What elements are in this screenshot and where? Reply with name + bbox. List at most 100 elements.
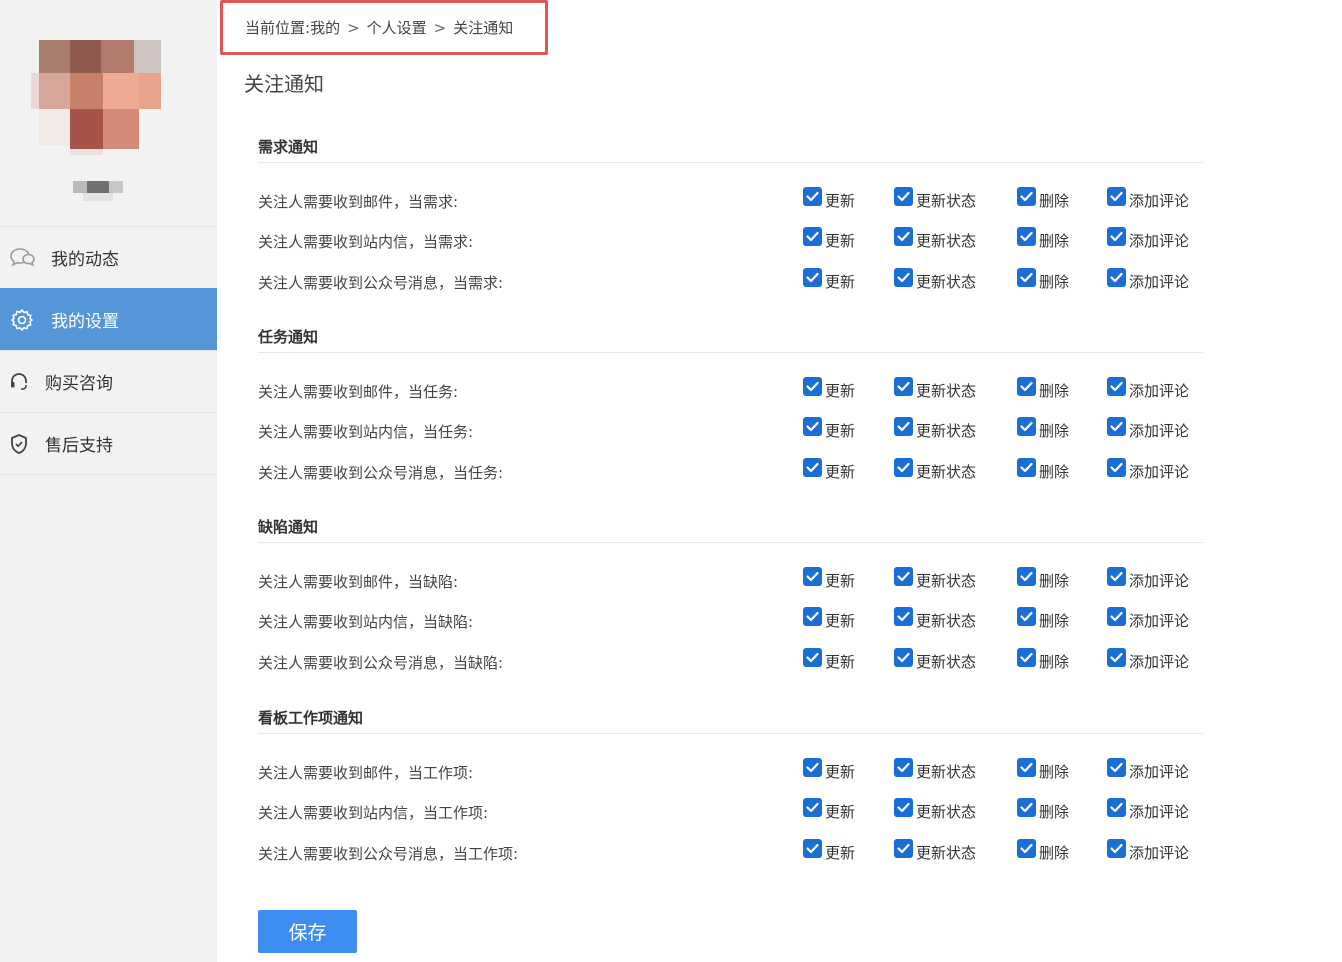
option-update-status[interactable]: 更新状态 (894, 417, 976, 441)
option-add-comment[interactable]: 添加评论 (1107, 268, 1189, 292)
option-update[interactable]: 更新 (803, 839, 855, 863)
checkbox-delete[interactable] (1017, 839, 1036, 858)
checkbox-update-status[interactable] (894, 758, 913, 777)
sidebar-item-after-sales[interactable]: 售后支持 (0, 412, 217, 475)
checkbox-add-comment[interactable] (1107, 377, 1126, 396)
option-update[interactable]: 更新 (803, 187, 855, 211)
checkbox-add-comment[interactable] (1107, 648, 1126, 667)
option-delete[interactable]: 删除 (1017, 417, 1069, 441)
checkbox-add-comment[interactable] (1107, 417, 1126, 436)
checkbox-add-comment[interactable] (1107, 567, 1126, 586)
checkbox-update-status[interactable] (894, 227, 913, 246)
sidebar-item-my-settings[interactable]: 我的设置 (0, 288, 217, 350)
option-update-status[interactable]: 更新状态 (894, 187, 976, 211)
option-delete[interactable]: 删除 (1017, 377, 1069, 401)
option-delete[interactable]: 删除 (1017, 458, 1069, 482)
option-add-comment[interactable]: 添加评论 (1107, 417, 1189, 441)
checkbox-add-comment[interactable] (1107, 458, 1126, 477)
option-update[interactable]: 更新 (803, 567, 855, 591)
avatar[interactable] (31, 25, 161, 155)
checkbox-update[interactable] (803, 648, 822, 667)
option-delete[interactable]: 删除 (1017, 187, 1069, 211)
checkbox-update-status[interactable] (894, 187, 913, 206)
option-delete[interactable]: 删除 (1017, 758, 1069, 782)
checkbox-update-status[interactable] (894, 417, 913, 436)
option-update[interactable]: 更新 (803, 648, 855, 672)
checkbox-delete[interactable] (1017, 458, 1036, 477)
breadcrumb-link-personal-settings[interactable]: 个人设置 (367, 17, 427, 38)
checkbox-update[interactable] (803, 758, 822, 777)
option-add-comment[interactable]: 添加评论 (1107, 227, 1189, 251)
checkbox-add-comment[interactable] (1107, 607, 1126, 626)
option-update[interactable]: 更新 (803, 607, 855, 631)
option-update[interactable]: 更新 (803, 227, 855, 251)
checkbox-update[interactable] (803, 458, 822, 477)
checkbox-update[interactable] (803, 417, 822, 436)
checkbox-delete[interactable] (1017, 187, 1036, 206)
option-delete[interactable]: 删除 (1017, 607, 1069, 631)
checkbox-update[interactable] (803, 798, 822, 817)
checkbox-update-status[interactable] (894, 377, 913, 396)
option-delete[interactable]: 删除 (1017, 227, 1069, 251)
option-update-status[interactable]: 更新状态 (894, 567, 976, 591)
checkbox-delete[interactable] (1017, 798, 1036, 817)
checkbox-delete[interactable] (1017, 268, 1036, 287)
option-delete[interactable]: 删除 (1017, 798, 1069, 822)
checkbox-add-comment[interactable] (1107, 187, 1126, 206)
breadcrumb-link-mine[interactable]: 我的 (310, 17, 340, 38)
checkbox-add-comment[interactable] (1107, 798, 1126, 817)
checkbox-delete[interactable] (1017, 758, 1036, 777)
option-update-status[interactable]: 更新状态 (894, 268, 976, 292)
checkbox-update-status[interactable] (894, 798, 913, 817)
option-update-status[interactable]: 更新状态 (894, 377, 976, 401)
option-update-status[interactable]: 更新状态 (894, 227, 976, 251)
checkbox-delete[interactable] (1017, 227, 1036, 246)
checkbox-update-status[interactable] (894, 839, 913, 858)
checkbox-update[interactable] (803, 187, 822, 206)
checkbox-add-comment[interactable] (1107, 839, 1126, 858)
checkbox-delete[interactable] (1017, 377, 1036, 396)
checkbox-update[interactable] (803, 227, 822, 246)
checkbox-update-status[interactable] (894, 567, 913, 586)
checkbox-add-comment[interactable] (1107, 268, 1126, 287)
option-add-comment[interactable]: 添加评论 (1107, 798, 1189, 822)
option-add-comment[interactable]: 添加评论 (1107, 377, 1189, 401)
checkbox-delete[interactable] (1017, 417, 1036, 436)
checkbox-update-status[interactable] (894, 268, 913, 287)
checkbox-delete[interactable] (1017, 567, 1036, 586)
checkbox-update[interactable] (803, 377, 822, 396)
option-update-status[interactable]: 更新状态 (894, 758, 976, 782)
option-update-status[interactable]: 更新状态 (894, 607, 976, 631)
option-add-comment[interactable]: 添加评论 (1107, 607, 1189, 631)
checkbox-update[interactable] (803, 607, 822, 626)
option-add-comment[interactable]: 添加评论 (1107, 648, 1189, 672)
option-update[interactable]: 更新 (803, 268, 855, 292)
checkbox-delete[interactable] (1017, 607, 1036, 626)
option-update[interactable]: 更新 (803, 417, 855, 441)
option-add-comment[interactable]: 添加评论 (1107, 839, 1189, 863)
option-update-status[interactable]: 更新状态 (894, 648, 976, 672)
sidebar-item-my-activity[interactable]: 我的动态 (0, 226, 217, 288)
checkbox-update[interactable] (803, 268, 822, 287)
checkbox-add-comment[interactable] (1107, 227, 1126, 246)
checkbox-add-comment[interactable] (1107, 758, 1126, 777)
option-delete[interactable]: 删除 (1017, 648, 1069, 672)
save-button[interactable]: 保存 (258, 910, 357, 953)
option-delete[interactable]: 删除 (1017, 839, 1069, 863)
option-update[interactable]: 更新 (803, 377, 855, 401)
option-update[interactable]: 更新 (803, 458, 855, 482)
option-delete[interactable]: 删除 (1017, 567, 1069, 591)
checkbox-update-status[interactable] (894, 648, 913, 667)
option-update[interactable]: 更新 (803, 758, 855, 782)
option-add-comment[interactable]: 添加评论 (1107, 567, 1189, 591)
option-add-comment[interactable]: 添加评论 (1107, 187, 1189, 211)
checkbox-update-status[interactable] (894, 607, 913, 626)
checkbox-delete[interactable] (1017, 648, 1036, 667)
option-add-comment[interactable]: 添加评论 (1107, 758, 1189, 782)
sidebar-item-purchase-inquiry[interactable]: 购买咨询 (0, 350, 217, 412)
option-update[interactable]: 更新 (803, 798, 855, 822)
option-update-status[interactable]: 更新状态 (894, 798, 976, 822)
option-add-comment[interactable]: 添加评论 (1107, 458, 1189, 482)
option-update-status[interactable]: 更新状态 (894, 458, 976, 482)
checkbox-update[interactable] (803, 839, 822, 858)
